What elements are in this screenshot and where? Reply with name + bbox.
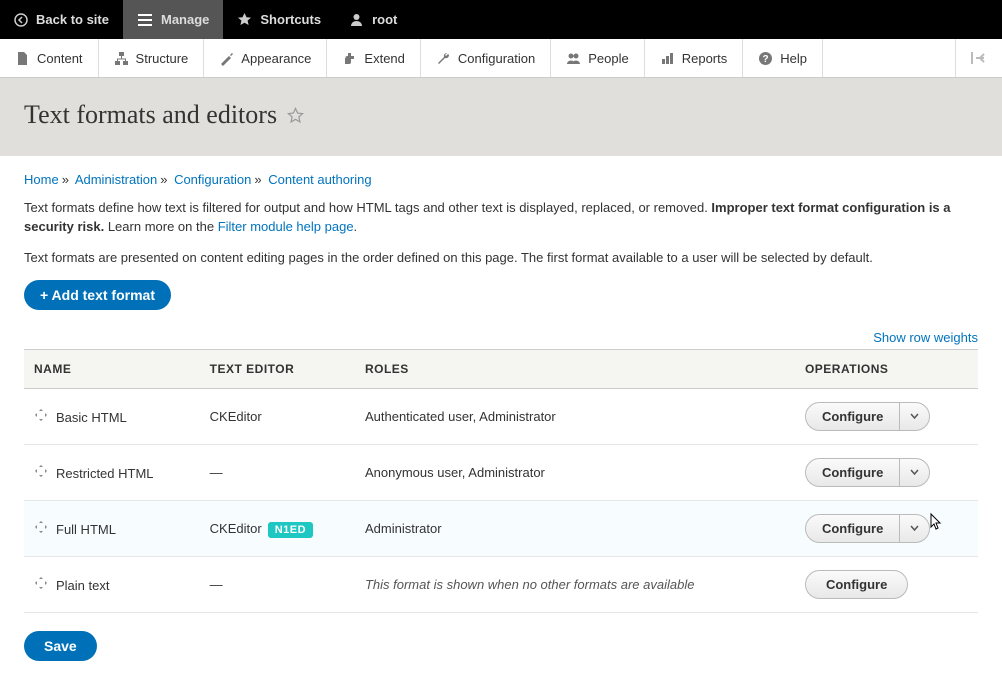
back-label: Back to site xyxy=(36,12,109,27)
back-to-site-button[interactable]: Back to site xyxy=(0,0,123,39)
drag-handle-icon[interactable] xyxy=(34,520,48,534)
breadcrumb-home[interactable]: Home xyxy=(24,172,59,187)
page-title: Text formats and editors xyxy=(24,100,978,130)
user-icon xyxy=(349,12,364,27)
dropdown-caret-icon[interactable] xyxy=(899,403,929,430)
dropdown-caret-icon[interactable] xyxy=(899,515,929,542)
roles-text: Anonymous user, Administrator xyxy=(355,444,795,500)
menu-people[interactable]: People xyxy=(551,39,644,77)
format-name: Plain text xyxy=(56,578,109,593)
drag-handle-icon[interactable] xyxy=(34,408,48,422)
editor-name: CKEditor xyxy=(210,521,262,536)
configure-button[interactable]: Configure xyxy=(805,570,908,599)
format-name: Restricted HTML xyxy=(56,466,154,481)
menu-help[interactable]: ?Help xyxy=(743,39,823,77)
add-text-format-button[interactable]: + Add text format xyxy=(24,280,171,310)
drag-handle-icon[interactable] xyxy=(34,464,48,478)
table-row: Full HTML CKEditor N1ED Administrator Config… xyxy=(24,500,978,556)
configure-button[interactable]: Configure xyxy=(805,514,930,543)
table-row: Basic HTML CKEditor Authenticated user, Ad… xyxy=(24,388,978,444)
collapse-menu-button[interactable] xyxy=(955,39,1002,77)
svg-text:?: ? xyxy=(763,54,769,65)
breadcrumb: Home» Administration» Configuration» Con… xyxy=(24,172,978,187)
document-icon xyxy=(15,51,30,66)
page-header: Text formats and editors xyxy=(0,78,1002,156)
col-name: Name xyxy=(24,349,200,388)
manage-label: Manage xyxy=(161,12,209,27)
hamburger-icon xyxy=(137,13,153,27)
collapse-icon xyxy=(970,51,988,65)
editor-name: CKEditor xyxy=(210,409,262,424)
show-row-weights: Show row weights xyxy=(24,330,978,345)
breadcrumb-config[interactable]: Configuration xyxy=(174,172,251,187)
menu-configuration[interactable]: Configuration xyxy=(421,39,551,77)
star-icon xyxy=(237,12,252,27)
admin-menu: Content Structure Appearance Extend Conf… xyxy=(0,39,1002,78)
breadcrumb-authoring[interactable]: Content authoring xyxy=(268,172,371,187)
menu-extend[interactable]: Extend xyxy=(327,39,420,77)
people-icon xyxy=(566,51,581,66)
menu-reports[interactable]: Reports xyxy=(645,39,744,77)
format-name: Basic HTML xyxy=(56,410,127,425)
manage-button[interactable]: Manage xyxy=(123,0,223,39)
dropdown-caret-icon[interactable] xyxy=(899,459,929,486)
menu-structure[interactable]: Structure xyxy=(99,39,205,77)
shortcuts-label: Shortcuts xyxy=(260,12,321,27)
description-2: Text formats are presented on content ed… xyxy=(24,249,978,268)
filter-help-link[interactable]: Filter module help page xyxy=(218,219,354,234)
show-row-weights-link[interactable]: Show row weights xyxy=(873,330,978,345)
menu-appearance[interactable]: Appearance xyxy=(204,39,327,77)
configure-button[interactable]: Configure xyxy=(805,458,930,487)
table-row: Restricted HTML — Anonymous user, Administ… xyxy=(24,444,978,500)
extend-icon xyxy=(342,51,357,66)
favorite-star-icon[interactable] xyxy=(287,107,304,124)
user-label: root xyxy=(372,12,397,27)
wrench-icon xyxy=(436,51,451,66)
formats-table: Name Text Editor Roles Operations Basic … xyxy=(24,349,978,613)
table-row: Plain text — This format is shown when no … xyxy=(24,556,978,612)
configure-label: Configure xyxy=(806,459,899,486)
col-editor: Text Editor xyxy=(200,349,355,388)
help-icon: ? xyxy=(758,51,773,66)
reports-icon xyxy=(660,51,675,66)
editor-badge: N1ED xyxy=(268,522,313,538)
configure-label: Configure xyxy=(806,571,907,598)
configure-label: Configure xyxy=(806,515,899,542)
configure-label: Configure xyxy=(806,403,899,430)
description-1: Text formats define how text is filtered… xyxy=(24,199,978,237)
configure-button[interactable]: Configure xyxy=(805,402,930,431)
col-ops: Operations xyxy=(795,349,978,388)
shortcuts-button[interactable]: Shortcuts xyxy=(223,0,335,39)
admin-toolbar: Back to site Manage Shortcuts root xyxy=(0,0,1002,39)
format-name: Full HTML xyxy=(56,522,116,537)
roles-text: Authenticated user, Administrator xyxy=(355,388,795,444)
roles-text: This format is shown when no other forma… xyxy=(355,556,795,612)
menu-content[interactable]: Content xyxy=(0,39,99,77)
appearance-icon xyxy=(219,51,234,66)
breadcrumb-admin[interactable]: Administration xyxy=(75,172,157,187)
drag-handle-icon[interactable] xyxy=(34,576,48,590)
editor-name: — xyxy=(210,577,223,592)
back-arrow-icon xyxy=(14,13,28,27)
roles-text: Administrator xyxy=(355,500,795,556)
save-button[interactable]: Save xyxy=(24,631,97,661)
col-roles: Roles xyxy=(355,349,795,388)
editor-name: — xyxy=(210,465,223,480)
structure-icon xyxy=(114,51,129,66)
main-content: Home» Administration» Configuration» Con… xyxy=(0,156,1002,685)
user-menu-button[interactable]: root xyxy=(335,0,411,39)
